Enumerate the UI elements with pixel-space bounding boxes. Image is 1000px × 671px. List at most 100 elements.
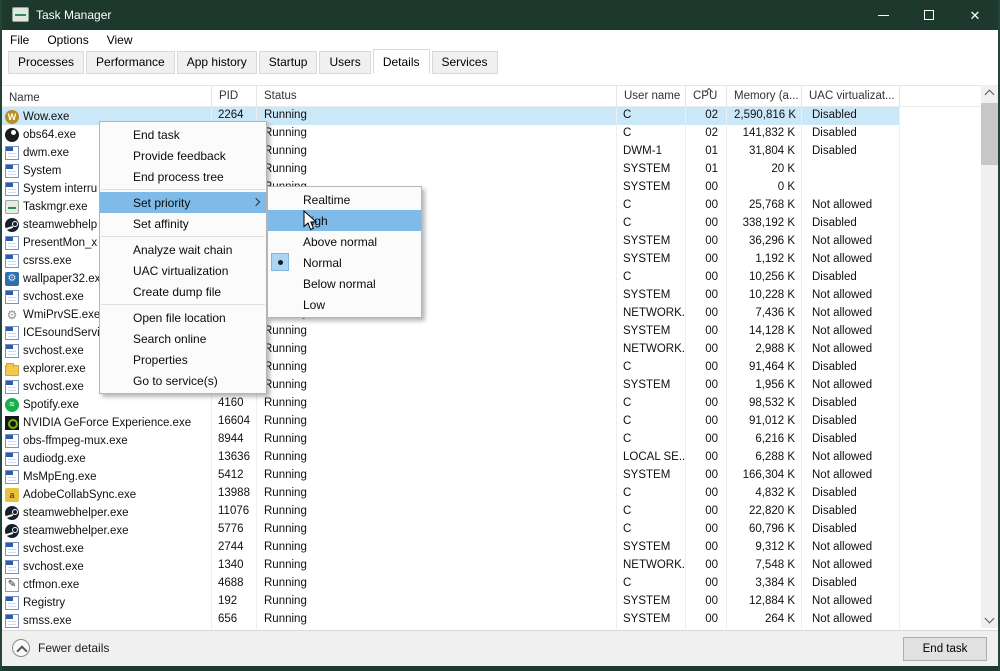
- submenu-item-high[interactable]: High: [268, 210, 421, 231]
- submenu-item-normal[interactable]: Normal: [268, 252, 421, 273]
- cpu-cell: 00: [686, 575, 727, 593]
- menubar-item-file[interactable]: File: [10, 31, 39, 49]
- table-row[interactable]: AdobeCollabSync.exe13988RunningC004,832 …: [2, 485, 900, 503]
- tab-details[interactable]: Details: [373, 49, 430, 74]
- cpu-cell: 00: [686, 215, 727, 233]
- tab-startup[interactable]: Startup: [259, 51, 318, 74]
- table-row[interactable]: svchost.exe1340RunningNETWORK...007,548 …: [2, 557, 900, 575]
- generic-icon: [5, 542, 19, 556]
- table-row[interactable]: svchost.exe2744RunningSYSTEM009,312 KNot…: [2, 539, 900, 557]
- close-button[interactable]: ✕: [952, 0, 998, 30]
- column-header-pid[interactable]: PID: [212, 86, 257, 106]
- obs-icon: [5, 128, 19, 142]
- memory-cell: 3,384 K: [727, 575, 802, 593]
- status-cell: Running: [257, 557, 617, 575]
- memory-cell: 25,768 K: [727, 197, 802, 215]
- table-row[interactable]: smss.exe656RunningSYSTEM00264 KNot allow…: [2, 611, 900, 629]
- user-name-cell: C: [617, 521, 686, 539]
- table-row[interactable]: Registry192RunningSYSTEM0012,884 KNot al…: [2, 593, 900, 611]
- menu-item-label: Go to service(s): [133, 374, 218, 388]
- memory-cell: 98,532 K: [727, 395, 802, 413]
- tab-performance[interactable]: Performance: [86, 51, 175, 74]
- pid-cell: 13988: [212, 485, 257, 503]
- column-header-uac-virtualizat[interactable]: UAC virtualizat...: [802, 86, 900, 106]
- table-row[interactable]: ctfmon.exe4688RunningC003,384 KDisabled: [2, 575, 900, 593]
- process-name: svchost.exe: [23, 291, 84, 303]
- scroll-up-icon[interactable]: [981, 85, 998, 101]
- cpu-cell: 01: [686, 143, 727, 161]
- process-name: steamwebhelp: [23, 219, 97, 231]
- scrollbar-thumb[interactable]: [981, 103, 998, 165]
- cpu-cell: 00: [686, 287, 727, 305]
- cpu-cell: 00: [686, 251, 727, 269]
- process-name-cell: ctfmon.exe: [2, 575, 212, 593]
- fewer-details-toggle[interactable]: Fewer details: [12, 639, 109, 657]
- menubar-item-options[interactable]: Options: [47, 31, 98, 49]
- menu-item-open-file-location[interactable]: Open file location: [100, 307, 266, 328]
- menu-item-set-affinity[interactable]: Set affinity: [100, 213, 266, 234]
- memory-cell: 6,288 K: [727, 449, 802, 467]
- memory-cell: 1,956 K: [727, 377, 802, 395]
- status-cell: Running: [257, 125, 617, 143]
- cpu-cell: 00: [686, 305, 727, 323]
- submenu-arrow-icon: [253, 199, 259, 205]
- user-name-cell: SYSTEM: [617, 233, 686, 251]
- table-row[interactable]: Spotify.exe4160RunningC0098,532 KDisable…: [2, 395, 900, 413]
- generic-icon: [5, 254, 19, 268]
- column-header-name[interactable]: Name: [2, 86, 212, 106]
- table-row[interactable]: MsMpEng.exe5412RunningSYSTEM00166,304 KN…: [2, 467, 900, 485]
- submenu-item-realtime[interactable]: Realtime: [268, 189, 421, 210]
- submenu-item-label: Normal: [303, 256, 342, 270]
- menu-item-properties[interactable]: Properties: [100, 349, 266, 370]
- menu-item-create-dump-file[interactable]: Create dump file: [100, 281, 266, 302]
- user-name-cell: C: [617, 197, 686, 215]
- tab-users[interactable]: Users: [319, 51, 370, 74]
- menu-item-set-priority[interactable]: Set priority: [100, 192, 266, 213]
- submenu-item-below-normal[interactable]: Below normal: [268, 273, 421, 294]
- table-row[interactable]: audiodg.exe13636RunningLOCAL SE...006,28…: [2, 449, 900, 467]
- column-header-memory-a[interactable]: Memory (a...: [727, 86, 802, 106]
- menubar-item-view[interactable]: View: [107, 31, 143, 49]
- tab-processes[interactable]: Processes: [8, 51, 84, 74]
- menu-item-search-online[interactable]: Search online: [100, 328, 266, 349]
- submenu-item-low[interactable]: Low: [268, 294, 421, 315]
- tab-services[interactable]: Services: [432, 51, 498, 74]
- table-row[interactable]: obs-ffmpeg-mux.exe8944RunningC006,216 KD…: [2, 431, 900, 449]
- minimize-button[interactable]: [860, 0, 906, 30]
- column-header-cpu[interactable]: CPU: [686, 86, 727, 106]
- menu-item-end-task[interactable]: End task: [100, 124, 266, 145]
- column-header-status[interactable]: Status: [257, 86, 617, 106]
- column-header-label: UAC virtualizat...: [809, 90, 895, 102]
- uac-cell: Disabled: [802, 503, 900, 521]
- status-cell: Running: [257, 485, 617, 503]
- cpu-cell: 00: [686, 431, 727, 449]
- menu-item-go-to-service-s[interactable]: Go to service(s): [100, 370, 266, 391]
- scroll-down-icon[interactable]: [981, 612, 998, 628]
- table-row[interactable]: steamwebhelper.exe5776RunningC0060,796 K…: [2, 521, 900, 539]
- maximize-button[interactable]: [906, 0, 952, 30]
- submenu-item-label: Above normal: [303, 235, 377, 249]
- uac-cell: Not allowed: [802, 539, 900, 557]
- user-name-cell: NETWORK...: [617, 341, 686, 359]
- menu-item-end-process-tree[interactable]: End process tree: [100, 166, 266, 187]
- process-name: audiodg.exe: [23, 453, 86, 465]
- uac-cell: Not allowed: [802, 467, 900, 485]
- folder-icon: [5, 365, 19, 376]
- menu-item-uac-virtualization[interactable]: UAC virtualization: [100, 260, 266, 281]
- generic-icon: [5, 326, 19, 340]
- status-cell: Running: [257, 413, 617, 431]
- table-row[interactable]: NVIDIA GeForce Experience.exe16604Runnin…: [2, 413, 900, 431]
- submenu-item-above-normal[interactable]: Above normal: [268, 231, 421, 252]
- menu-item-analyze-wait-chain[interactable]: Analyze wait chain: [100, 239, 266, 260]
- table-row[interactable]: steamwebhelper.exe11076RunningC0022,820 …: [2, 503, 900, 521]
- uac-cell: Disabled: [802, 215, 900, 233]
- user-name-cell: NETWORK...: [617, 305, 686, 323]
- menu-item-provide-feedback[interactable]: Provide feedback: [100, 145, 266, 166]
- end-task-button[interactable]: End task: [903, 637, 987, 661]
- memory-cell: 338,192 K: [727, 215, 802, 233]
- menu-item-label: End process tree: [133, 170, 224, 184]
- vertical-scrollbar[interactable]: [981, 85, 998, 628]
- cpu-cell: 00: [686, 503, 727, 521]
- tab-app-history[interactable]: App history: [177, 51, 257, 74]
- column-header-user-name[interactable]: User name: [617, 86, 686, 106]
